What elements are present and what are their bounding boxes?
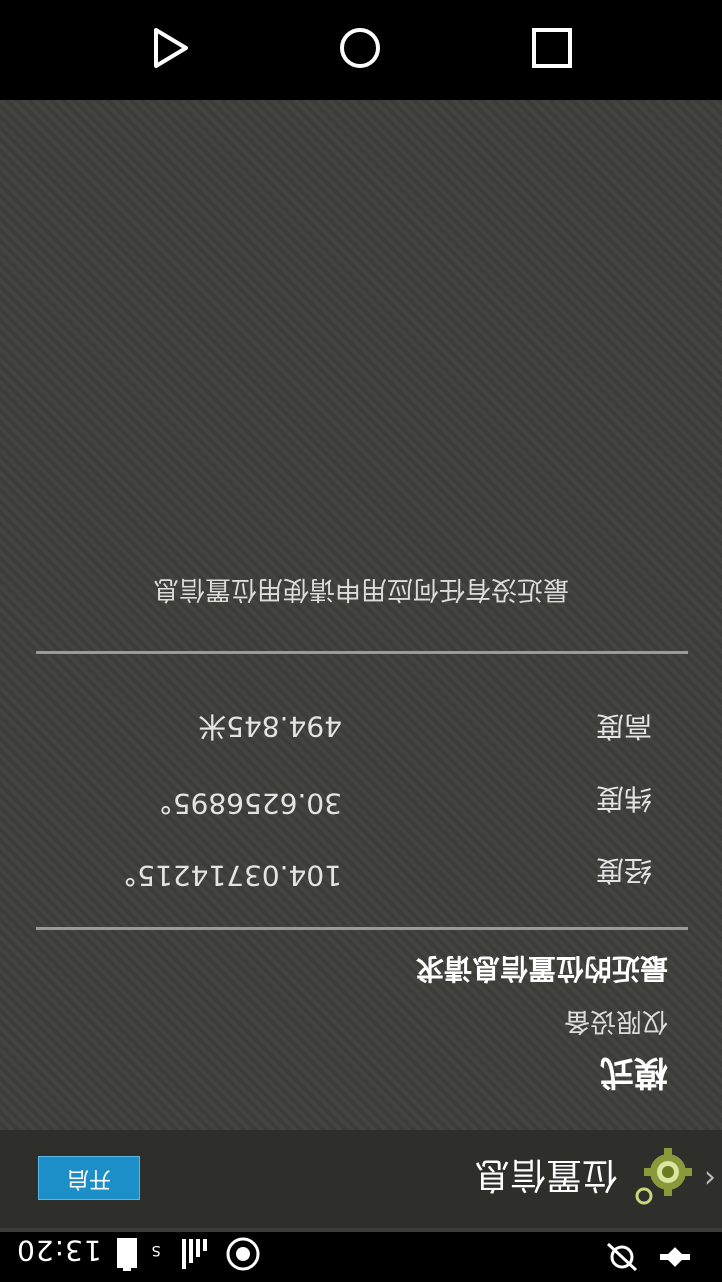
navigation-bar xyxy=(0,0,722,100)
recents-icon[interactable] xyxy=(530,26,574,70)
battery-icon xyxy=(116,1230,138,1271)
screen: S 13:20 ‹ 位置信息 开启 模式 仅限设备 最近的位置信息请求 经度 1… xyxy=(0,0,722,1282)
location-settings-content: 模式 仅限设备 最近的位置信息请求 经度 104.03714215° 纬度 30… xyxy=(0,100,722,1130)
latitude-row: 纬度 30.6256895° xyxy=(92,780,652,820)
mode-title[interactable]: 模式 xyxy=(600,1051,668,1100)
page-title: 位置信息 xyxy=(473,1154,618,1195)
location-toggle-button[interactable]: 开启 xyxy=(38,1156,140,1200)
longitude-label: 经度 xyxy=(595,854,652,887)
recent-requests-text: 最近没有任何应用申请使用位置信息 xyxy=(153,574,570,604)
altitude-value: 494.845米 xyxy=(198,710,342,743)
back-icon[interactable] xyxy=(148,26,192,70)
signal-icon xyxy=(175,1230,209,1271)
divider-bottom xyxy=(36,651,688,654)
satellite-icon xyxy=(604,1236,640,1274)
longitude-row: 经度 104.03714215° xyxy=(92,852,652,892)
location-settings-icon xyxy=(634,1146,694,1206)
latitude-value: 30.6256895° xyxy=(158,787,342,820)
status-time: 13:20 xyxy=(16,1234,102,1267)
status-right: S 13:20 xyxy=(16,1227,263,1274)
home-icon[interactable] xyxy=(338,26,382,70)
status-left-icons xyxy=(604,1236,692,1274)
status-bar: S 13:20 xyxy=(0,1232,722,1282)
longitude-value: 104.03714215° xyxy=(123,859,342,892)
signal-label: S xyxy=(151,1242,161,1259)
sync-icon xyxy=(223,1227,263,1274)
altitude-label: 高度 xyxy=(595,710,652,743)
back-chevron-icon[interactable]: ‹ xyxy=(704,1161,716,1196)
action-bar: ‹ 位置信息 开启 xyxy=(0,1129,722,1228)
divider-top xyxy=(36,927,688,930)
latitude-label: 纬度 xyxy=(595,782,652,815)
mode-value[interactable]: 仅限设备 xyxy=(564,1005,668,1042)
gps-icon xyxy=(658,1236,692,1274)
altitude-row: 高度 494.845米 xyxy=(92,708,652,748)
recent-location-title: 最近的位置信息请求 xyxy=(415,952,668,985)
